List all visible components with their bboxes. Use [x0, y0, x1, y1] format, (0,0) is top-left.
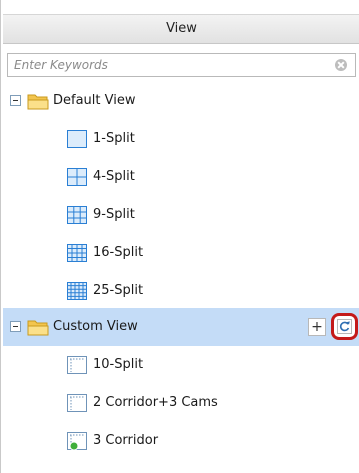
tree-item-label: 25-Split	[93, 283, 144, 298]
split-16-icon	[67, 244, 87, 262]
split-1-icon	[67, 130, 87, 148]
tree-item-label: 9-Split	[93, 207, 135, 222]
tree-item-16-split[interactable]: 16-Split	[3, 234, 359, 272]
tree-item-9-split[interactable]: 9-Split	[3, 196, 359, 234]
tree-node-default-view[interactable]: Default View	[3, 82, 359, 120]
refresh-icon	[339, 321, 350, 332]
tree-item-25-split[interactable]: 25-Split	[3, 272, 359, 310]
split-9-icon	[67, 206, 87, 224]
tree-item-label: 4-Split	[93, 169, 135, 184]
tree-item-10-split[interactable]: 10-Split	[3, 346, 359, 384]
collapse-toggle-icon[interactable]	[10, 95, 21, 106]
split-custom-icon	[67, 356, 87, 374]
tree-item-4-split[interactable]: 4-Split	[3, 158, 359, 196]
split-custom-default-icon	[67, 432, 87, 450]
split-custom-icon	[67, 394, 87, 412]
clear-search-icon[interactable]	[335, 59, 347, 71]
search-input[interactable]	[8, 54, 328, 76]
add-view-button[interactable]: +	[308, 318, 326, 336]
refresh-icon-frame	[337, 319, 352, 334]
tree-item-1-split[interactable]: 1-Split	[3, 120, 359, 158]
tree-item-label: 16-Split	[93, 245, 144, 260]
tree-item-label: 10-Split	[93, 357, 144, 372]
folder-icon	[27, 320, 49, 336]
tree-item-3-corridor[interactable]: 3 Corridor	[3, 422, 359, 460]
tree-node-label: Default View	[53, 93, 136, 108]
refresh-button[interactable]	[331, 313, 358, 340]
tree-item-label: 2 Corridor+3 Cams	[93, 395, 218, 410]
folder-icon	[27, 94, 49, 110]
split-25-icon	[67, 282, 87, 300]
view-panel: View Default View 1-Split 4-Split	[0, 0, 359, 473]
tree-item-label: 3 Corridor	[93, 433, 159, 448]
tree-item-2-corridor-3-cams[interactable]: 2 Corridor+3 Cams	[3, 384, 359, 422]
split-4-icon	[67, 168, 87, 186]
tree-node-label: Custom View	[53, 319, 138, 334]
collapse-toggle-icon[interactable]	[10, 321, 21, 332]
search-box	[7, 53, 356, 77]
tree-item-label: 1-Split	[93, 131, 135, 146]
panel-title: View	[166, 21, 197, 36]
tree-node-custom-view[interactable]: Custom View +	[3, 308, 359, 346]
panel-header: View	[3, 14, 359, 44]
